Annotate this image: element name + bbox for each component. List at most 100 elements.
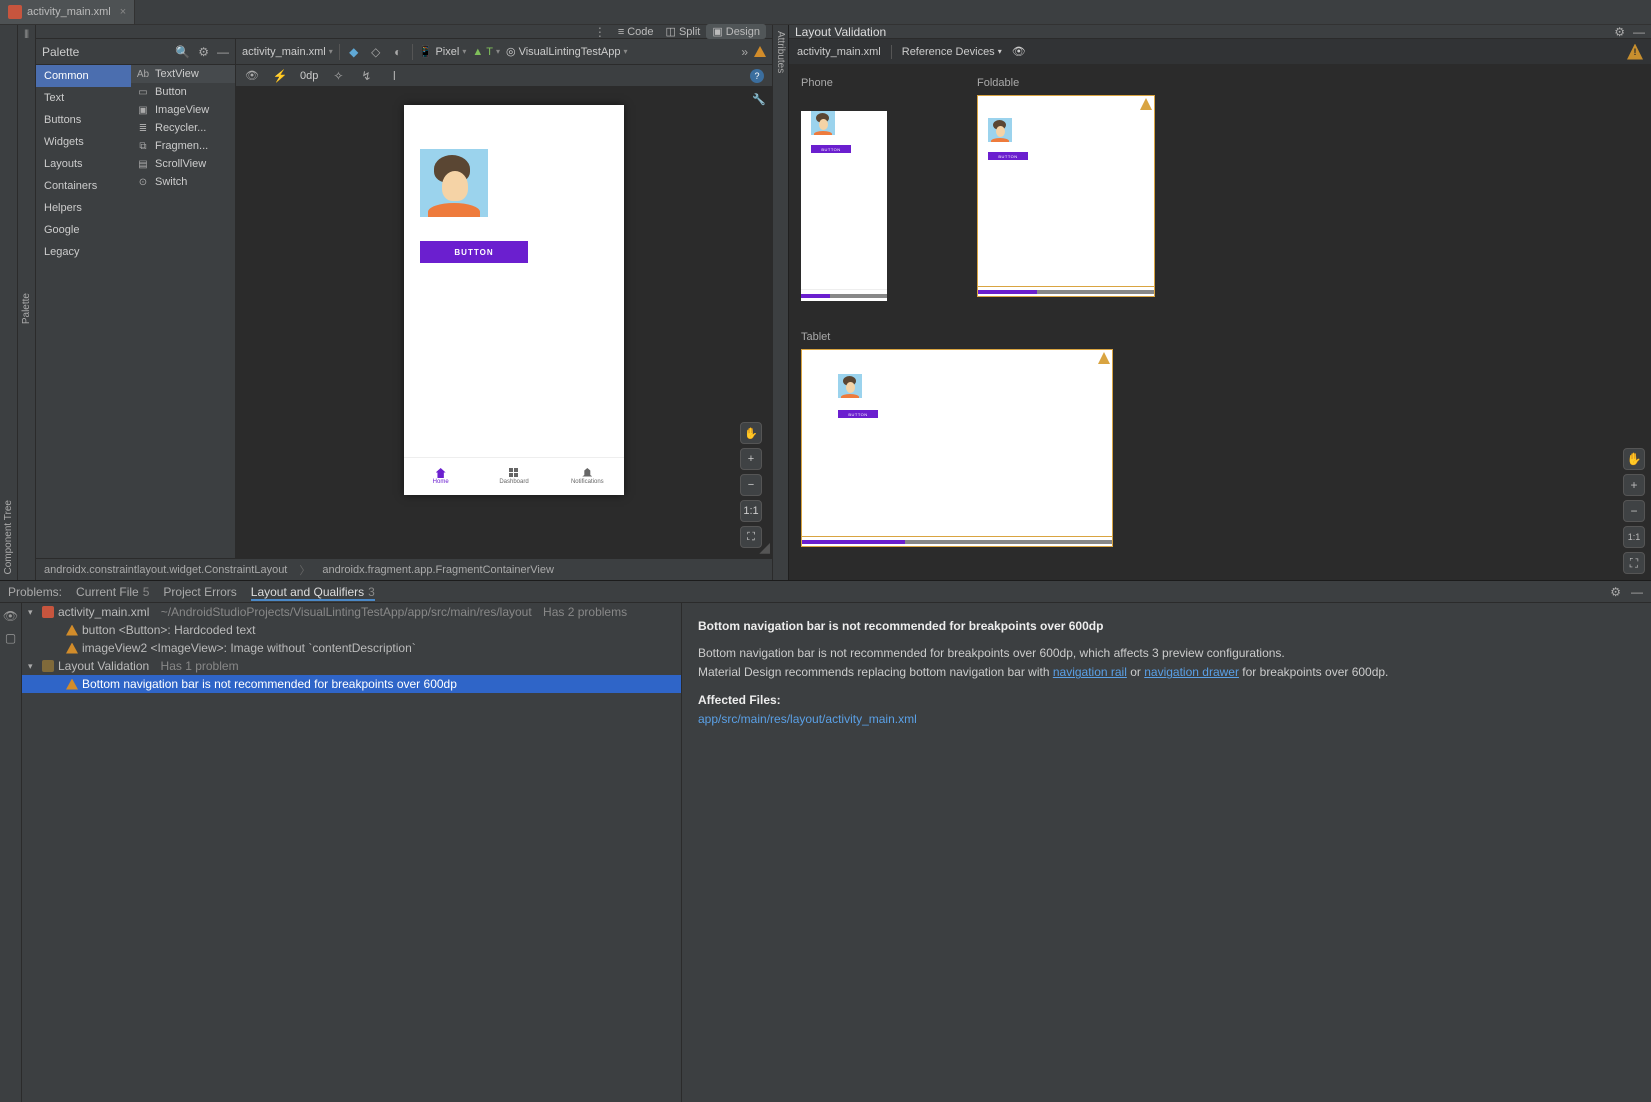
zoom-out-button[interactable]: − xyxy=(740,474,762,496)
eye-icon[interactable]: 👁 xyxy=(3,609,18,623)
palette-cat-layouts[interactable]: Layouts xyxy=(36,153,131,175)
kebab-menu-icon[interactable]: ⋮ xyxy=(588,25,612,39)
link-navigation-rail[interactable]: navigation rail xyxy=(1053,665,1127,679)
tab-project-errors[interactable]: Project Errors xyxy=(163,583,236,601)
palette-gear-icon[interactable]: ⚙ xyxy=(198,45,209,59)
device-dropdown[interactable]: 📱 Pixel▾ xyxy=(419,45,467,58)
zoom-pan-button[interactable]: ✋ xyxy=(740,422,762,444)
problems-gear-icon[interactable]: ⚙ xyxy=(1610,585,1621,599)
vzoom-pan-button[interactable]: ✋ xyxy=(1623,448,1645,470)
widget-recycler[interactable]: ≣Recycler... xyxy=(131,119,235,137)
scrollview-icon: ▤ xyxy=(137,158,149,170)
help-icon[interactable]: ? xyxy=(750,69,764,83)
preview-foldable[interactable]: BUTTON xyxy=(977,95,1155,297)
widget-button[interactable]: ▭Button xyxy=(131,83,235,101)
palette-collapse-icon[interactable]: — xyxy=(217,45,229,59)
vzoom-fit-button[interactable]: 1:1 xyxy=(1623,526,1645,548)
validation-warning-icon[interactable]: ! xyxy=(1627,44,1643,60)
tree-warning-contentdesc[interactable]: imageView2 <ImageView>: Image without `c… xyxy=(22,639,681,657)
palette-cat-buttons[interactable]: Buttons xyxy=(36,109,131,131)
vzoom-out-button[interactable]: − xyxy=(1623,500,1645,522)
editor-secondbar: Palette 🔍 ⚙ — activity_main.xml▾ ◆ ◇ ◐ 📱… xyxy=(36,39,772,65)
infer-icon[interactable]: ↯ xyxy=(358,68,374,84)
preview-phone[interactable]: BUTTON xyxy=(801,111,887,301)
attributes-strip[interactable]: Attributes xyxy=(772,25,788,580)
zoom-in-button[interactable]: + xyxy=(740,448,762,470)
app-dropdown[interactable]: ◎ VisualLintingTestApp▾ xyxy=(506,45,628,58)
problems-collapse-icon[interactable]: — xyxy=(1631,585,1643,599)
breadcrumb-constraintlayout[interactable]: androidx.constraintlayout.widget.Constra… xyxy=(44,564,287,576)
view-code-toggle[interactable]: ≡Code xyxy=(612,25,660,39)
widget-scrollview[interactable]: ▤ScrollView xyxy=(131,155,235,173)
problems-tabstrip: Problems: Current File 5 Project Errors … xyxy=(0,581,1651,603)
more-icon[interactable]: » xyxy=(741,45,748,59)
breadcrumb-fragmentcontainer[interactable]: androidx.fragment.app.FragmentContainerV… xyxy=(322,564,554,576)
blueprint-icon[interactable]: ◇ xyxy=(368,44,384,60)
surface-icon[interactable]: ◆ xyxy=(346,44,362,60)
view-split-toggle[interactable]: ◫Split xyxy=(660,24,707,39)
layout-file-dropdown[interactable]: activity_main.xml▾ xyxy=(242,46,333,58)
validation-body[interactable]: Phone BUTTON Foldable BUTTON xyxy=(789,65,1651,580)
resize-handle-icon[interactable]: ◢ xyxy=(759,539,770,556)
close-tab-icon[interactable]: × xyxy=(120,6,126,18)
editor-column: ⫴ Palette ⋮ ≡Code ◫Split ▣Design Palette… xyxy=(18,25,788,580)
vzoom-expand-button[interactable]: ⛶ xyxy=(1623,552,1645,574)
palette-search-icon[interactable]: 🔍 xyxy=(175,45,190,59)
tree-layout-validation-row[interactable]: ▾ Layout Validation Has 1 problem xyxy=(22,657,681,675)
palette-cat-widgets[interactable]: Widgets xyxy=(36,131,131,153)
theme-dropdown[interactable]: ▲ T▾ xyxy=(472,46,500,58)
mini-button: BUTTON xyxy=(838,410,878,418)
palette-cat-legacy[interactable]: Legacy xyxy=(36,241,131,263)
widget-fragment[interactable]: ⧉Fragmen... xyxy=(131,137,235,155)
mini-avatar-icon xyxy=(838,374,862,398)
magic-wand-icon[interactable]: ✧ xyxy=(330,68,346,84)
file-tab[interactable]: activity_main.xml × xyxy=(0,0,135,24)
validation-gear-icon[interactable]: ⚙ xyxy=(1614,25,1625,39)
tree-warning-hardcoded[interactable]: button <Button>: Hardcoded text xyxy=(22,621,681,639)
palette-panel: Common Text Buttons Widgets Layouts Cont… xyxy=(36,65,236,558)
editor-warning-icon[interactable] xyxy=(754,46,766,57)
component-tree-strip[interactable]: Component Tree xyxy=(0,25,18,580)
widget-imageview[interactable]: ▣ImageView xyxy=(131,101,235,119)
validation-collapse-icon[interactable]: — xyxy=(1633,25,1645,39)
widget-textview[interactable]: AbTextView xyxy=(131,65,235,83)
box-icon[interactable]: ▢ xyxy=(5,631,16,645)
link-navigation-drawer[interactable]: navigation drawer xyxy=(1144,665,1239,679)
zoom-fit-button[interactable]: 1:1 xyxy=(740,500,762,522)
tab-current-file[interactable]: Current File 5 xyxy=(76,583,149,601)
problems-panel: Problems: Current File 5 Project Errors … xyxy=(0,580,1651,1102)
preview-tablet[interactable]: BUTTON xyxy=(801,349,1113,547)
tree-file-row[interactable]: ▾ activity_main.xml ~/AndroidStudioProje… xyxy=(22,603,681,621)
reference-devices-dropdown[interactable]: Reference Devices▾ xyxy=(902,46,1002,58)
tab-layout-qualifiers[interactable]: Layout and Qualifiers 3 xyxy=(251,583,375,601)
palette-cat-text[interactable]: Text xyxy=(36,87,131,109)
tree-warning-bottomnav[interactable]: Bottom navigation bar is not recommended… xyxy=(22,675,681,693)
align-icon[interactable]: Ⅰ xyxy=(386,68,402,84)
autoconnect-icon[interactable]: ⚡ xyxy=(272,68,288,84)
palette-cat-google[interactable]: Google xyxy=(36,219,131,241)
palette-strip[interactable]: ⫴ Palette xyxy=(18,25,36,580)
dp-input[interactable]: 0dp xyxy=(300,70,318,82)
design-toolbar: activity_main.xml▾ ◆ ◇ ◐ 📱 Pixel▾ ▲ T▾ ◎… xyxy=(236,39,772,64)
problems-side-strip: 👁 ▢ xyxy=(0,603,22,1102)
view-design-toggle[interactable]: ▣Design xyxy=(706,24,766,39)
button-icon: ▭ xyxy=(137,86,149,98)
vzoom-in-button[interactable]: + xyxy=(1623,474,1645,496)
breadcrumb-separator-icon xyxy=(295,562,314,578)
main-row: Component Tree ⫴ Palette ⋮ ≡Code ◫Split … xyxy=(0,25,1651,580)
problems-label: Problems: xyxy=(8,583,62,601)
affected-file-link[interactable]: app/src/main/res/layout/activity_main.xm… xyxy=(698,710,1635,729)
orientation-icon[interactable]: ◐ xyxy=(390,44,406,60)
preview-foldable-label: Foldable xyxy=(977,77,1155,89)
validation-visibility-icon[interactable]: 👁 xyxy=(1012,45,1026,58)
wrench-icon[interactable]: 🔧 xyxy=(752,93,766,106)
widget-switch[interactable]: ⊙Switch xyxy=(131,173,235,191)
palette-cat-helpers[interactable]: Helpers xyxy=(36,197,131,219)
code-icon: ≡ xyxy=(618,26,624,38)
design-surface[interactable]: 🔧 BUTTON Home Dashboard Notifications ✋ xyxy=(236,87,772,558)
visibility-icon[interactable] xyxy=(244,68,260,84)
design-icon: ▣ xyxy=(712,25,722,38)
phone-preview[interactable]: BUTTON Home Dashboard Notifications xyxy=(404,105,624,495)
palette-cat-common[interactable]: Common xyxy=(36,65,131,87)
palette-cat-containers[interactable]: Containers xyxy=(36,175,131,197)
